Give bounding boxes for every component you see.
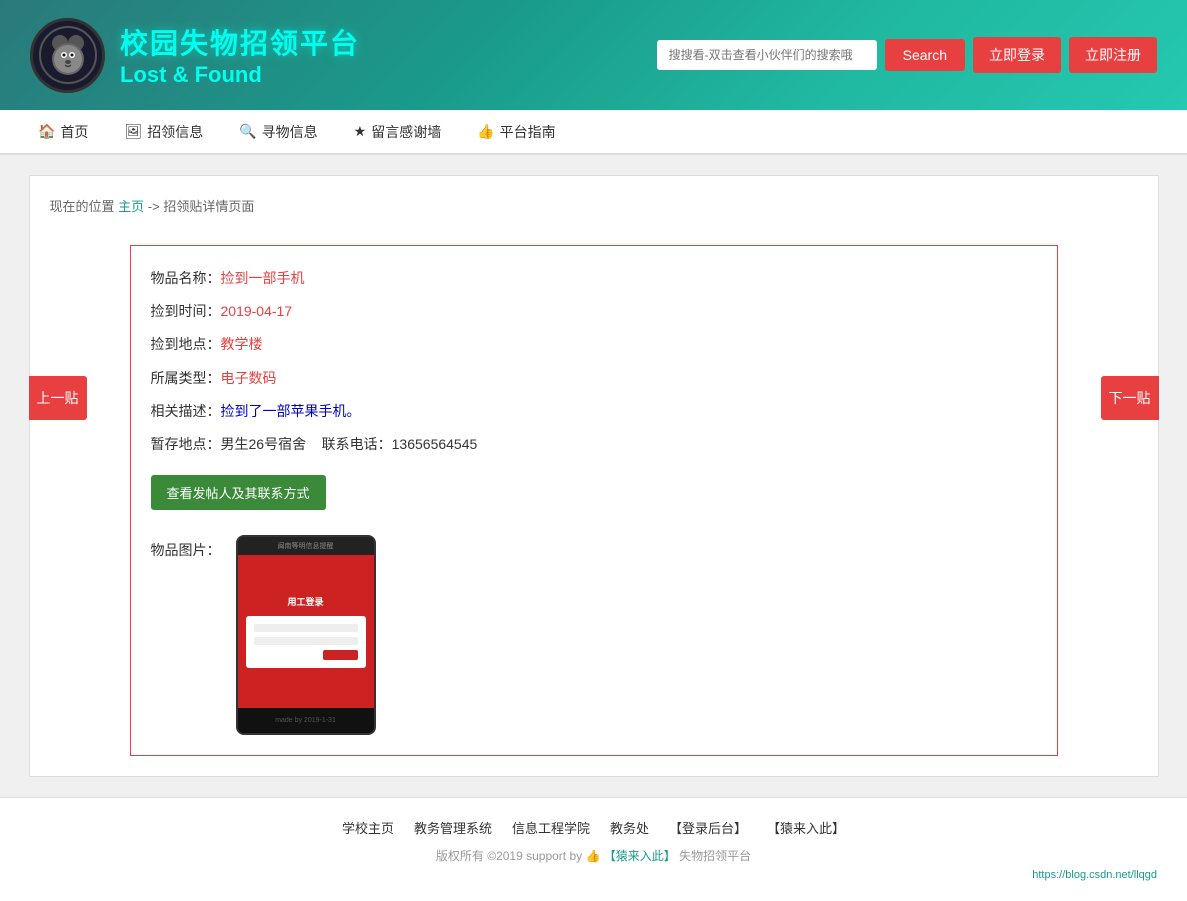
login-button[interactable]: 立即登录 — [973, 37, 1061, 73]
category-label: 所属类型： — [151, 370, 221, 386]
place-value: 教学楼 — [221, 336, 263, 352]
image-label: 物品图片： — [151, 535, 221, 560]
field-storage-contact: 暂存地点：男生26号宿舍 联系电话：13656564545 — [151, 432, 1037, 457]
footer-url: https://blog.csdn.net/llqgd — [20, 869, 1167, 881]
found-icon: 🖼 — [124, 123, 142, 140]
main-content: 现在的位置 主页 -> 招领贴详情页面 上一贴 下一贴 物品名称：捡到一部手机 … — [29, 175, 1159, 777]
footer-link-yuanlai[interactable]: 【猿来入此】 — [767, 818, 845, 837]
breadcrumb-separator: -> — [148, 199, 160, 214]
phone-field-2 — [254, 637, 358, 645]
breadcrumb-prefix: 现在的位置 — [50, 199, 119, 214]
site-title-en: Lost & Found — [120, 62, 360, 88]
nav-label-thanks: 留言感谢墙 — [371, 122, 441, 142]
field-place: 捡到地点：教学楼 — [151, 332, 1037, 357]
footer-link-admin[interactable]: 【登录后台】 — [669, 818, 747, 837]
phone-field-1 — [254, 624, 358, 632]
name-label: 物品名称： — [151, 270, 221, 286]
breadcrumb: 现在的位置 主页 -> 招领贴详情页面 — [50, 196, 1138, 215]
phone-bottom: made by 2019-1-31 — [238, 708, 374, 733]
nav-label-lost: 寻物信息 — [262, 122, 318, 142]
breadcrumb-current: 招领贴详情页面 — [163, 199, 254, 214]
footer-copyright: 版权所有 ©2019 support by 👍 【猿来入此】 失物招领平台 — [20, 847, 1167, 864]
view-poster-button[interactable]: 查看发帖人及其联系方式 — [151, 475, 326, 510]
next-post-button[interactable]: 下一贴 — [1101, 376, 1159, 420]
nav-item-lost[interactable]: 🔍 寻物信息 — [221, 110, 335, 154]
nav-item-found[interactable]: 🖼 招领信息 — [106, 110, 221, 154]
logo-text: 校园失物招领平台 Lost & Found — [120, 22, 360, 88]
contact: 联系电话：13656564545 — [322, 436, 478, 452]
phone-form — [246, 616, 366, 668]
footer-link-edu[interactable]: 教务管理系统 — [414, 818, 492, 837]
field-name: 物品名称：捡到一部手机 — [151, 266, 1037, 291]
field-time: 捡到时间：2019-04-17 — [151, 299, 1037, 324]
nav-label-found: 招领信息 — [147, 122, 203, 142]
search-button[interactable]: Search — [885, 39, 965, 71]
nav-label-home: 首页 — [60, 122, 88, 142]
logo-icon — [30, 18, 105, 93]
nav-bar: 🏠 首页 🖼 招领信息 🔍 寻物信息 ★ 留言感谢墙 👍 平台指南 — [0, 110, 1187, 155]
place-label: 捡到地点： — [151, 336, 221, 352]
site-title-en-part1: Lost — [120, 62, 173, 87]
name-value: 捡到一部手机 — [221, 270, 305, 286]
nav-item-guide[interactable]: 👍 平台指南 — [459, 110, 573, 154]
nav-label-guide: 平台指南 — [500, 122, 556, 142]
desc-value: 捡到了一部苹果手机。 — [221, 403, 361, 419]
item-image-row: 物品图片： 闽南等明信息提醒 用工登录 made by 2019-1-31 — [151, 535, 1037, 735]
footer-yuanlai-link[interactable]: 【猿来入此】 — [604, 849, 676, 863]
register-button[interactable]: 立即注册 — [1069, 37, 1157, 73]
footer-link-registrar[interactable]: 教务处 — [610, 818, 649, 837]
header: 校园失物招领平台 Lost & Found Search 立即登录 立即注册 — [0, 0, 1187, 110]
footer-link-cs[interactable]: 信息工程学院 — [512, 818, 590, 837]
star-icon: ★ — [354, 123, 367, 140]
home-icon: 🏠 — [38, 123, 55, 140]
footer-links: 学校主页 教务管理系统 信息工程学院 教务处 【登录后台】 【猿来入此】 — [20, 818, 1167, 837]
prev-post-button[interactable]: 上一贴 — [29, 376, 87, 420]
header-right: Search 立即登录 立即注册 — [657, 37, 1157, 73]
breadcrumb-link[interactable]: 主页 — [118, 199, 144, 214]
nav-item-home[interactable]: 🏠 首页 — [20, 110, 106, 154]
site-title-en-amp: & — [173, 62, 189, 87]
category-value: 电子数码 — [221, 370, 277, 386]
site-title-cn: 校园失物招领平台 — [120, 22, 360, 62]
search-nav-icon: 🔍 — [239, 123, 256, 140]
site-title-en-part2: Found — [188, 62, 261, 87]
field-category: 所属类型：电子数码 — [151, 366, 1037, 391]
guide-icon: 👍 — [477, 123, 494, 140]
phone-footer-text: made by 2019-1-31 — [275, 717, 336, 724]
temp-storage: 暂存地点：男生26号宿舍 — [151, 436, 307, 452]
footer: 学校主页 教务管理系统 信息工程学院 教务处 【登录后台】 【猿来入此】 版权所… — [0, 797, 1187, 901]
phone-body: 用工登录 — [238, 555, 374, 708]
logo-area: 校园失物招领平台 Lost & Found — [30, 18, 360, 93]
item-detail-box: 物品名称：捡到一部手机 捡到时间：2019-04-17 捡到地点：教学楼 所属类… — [130, 245, 1058, 756]
search-input[interactable] — [657, 40, 877, 70]
field-desc: 相关描述：捡到了一部苹果手机。 — [151, 399, 1037, 424]
nav-item-thanks[interactable]: ★ 留言感谢墙 — [336, 110, 460, 154]
item-image: 闽南等明信息提醒 用工登录 made by 2019-1-31 — [236, 535, 376, 735]
footer-link-school[interactable]: 学校主页 — [342, 818, 394, 837]
phone-submit-btn — [323, 650, 358, 660]
time-label: 捡到时间： — [151, 303, 221, 319]
desc-label: 相关描述： — [151, 403, 221, 419]
time-value: 2019-04-17 — [221, 303, 293, 319]
phone-title: 用工登录 — [287, 595, 323, 608]
phone-top-bar: 闽南等明信息提醒 — [238, 537, 374, 555]
